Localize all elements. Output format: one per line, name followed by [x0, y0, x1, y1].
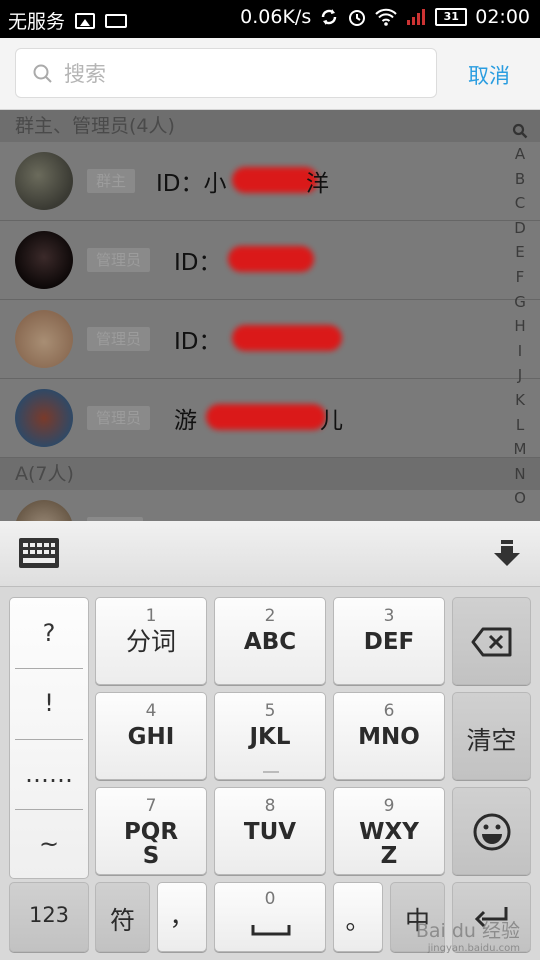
- index-letter[interactable]: M: [508, 437, 532, 462]
- key-1-fenci[interactable]: 1 分词: [95, 597, 207, 685]
- index-letter[interactable]: O: [508, 486, 532, 511]
- key-6-mno[interactable]: 6 MNO: [333, 692, 445, 780]
- battery-icon: 31: [435, 8, 468, 26]
- backspace-icon: [471, 627, 512, 657]
- avatar: [15, 152, 73, 210]
- search-icon: [33, 64, 52, 83]
- search-index-icon[interactable]: [512, 123, 528, 139]
- keyboard-switch-icon[interactable]: [18, 537, 60, 569]
- index-letter[interactable]: F: [508, 265, 532, 290]
- symbol-key-exclamation[interactable]: !: [10, 668, 88, 738]
- emoji-key[interactable]: [452, 787, 531, 875]
- symbol-column: ? ! …… ~: [9, 597, 89, 879]
- role-badge: 管理员: [87, 248, 151, 272]
- index-letter[interactable]: I: [508, 339, 532, 364]
- period-key[interactable]: 。: [333, 882, 383, 952]
- symbol-key-question[interactable]: ?: [10, 598, 88, 668]
- index-letters: ABCDEFGHIJKLMNO: [508, 142, 532, 511]
- comma-key[interactable]: ，: [157, 882, 207, 952]
- keyboard-notification-icon: [105, 13, 128, 28]
- cancel-button[interactable]: 取消: [468, 60, 510, 90]
- member-name: ID：: [174, 250, 222, 276]
- carrier-label: 无服务: [8, 11, 66, 33]
- clear-key[interactable]: 清空: [452, 692, 531, 780]
- index-letter[interactable]: K: [508, 388, 532, 413]
- numeric-switch-key[interactable]: 123: [9, 882, 89, 952]
- index-letter[interactable]: B: [508, 167, 532, 192]
- member-row[interactable]: 群主 ID：小 洋: [0, 142, 540, 221]
- watermark: Bai du 经验 jingyan.baidu.com: [415, 920, 520, 954]
- avatar: [15, 500, 73, 521]
- hide-keyboard-icon[interactable]: [492, 539, 522, 569]
- avatar: [15, 310, 73, 368]
- wifi-icon: [375, 8, 397, 26]
- member-name: ID：小: [156, 171, 227, 197]
- key-3-def[interactable]: 3 DEF: [333, 597, 445, 685]
- network-speed: 0.06K/s: [240, 6, 312, 28]
- emoji-icon: [473, 813, 511, 851]
- index-letter[interactable]: H: [508, 314, 532, 339]
- member-row[interactable]: 管理员 ID：: [0, 221, 540, 300]
- key-4-ghi[interactable]: 4 GHI: [95, 692, 207, 780]
- alphabet-index-bar[interactable]: ABCDEFGHIJKLMNO: [508, 118, 532, 511]
- section-header-a: A(7人): [0, 458, 540, 490]
- section-header-admins: 群主、管理员(4人): [0, 110, 540, 142]
- index-letter[interactable]: N: [508, 462, 532, 487]
- member-row[interactable]: [0, 490, 540, 521]
- key-7-pqrs[interactable]: 7 PQR S: [95, 787, 207, 875]
- index-letter[interactable]: C: [508, 191, 532, 216]
- keyboard-toolbar: [0, 521, 540, 587]
- index-letter[interactable]: A: [508, 142, 532, 167]
- search-input[interactable]: [62, 57, 426, 91]
- keyboard: ? ! …… ~ 1 分词 2 ABC 3 DEF 4 GHI 5 JKL 6 …: [0, 521, 540, 960]
- key-2-abc[interactable]: 2 ABC: [214, 597, 326, 685]
- home-key-marker: [263, 771, 279, 773]
- role-badge: 群主: [87, 169, 136, 193]
- member-name: ID：: [174, 329, 222, 355]
- member-name-tail: 洋: [306, 171, 329, 197]
- status-bar: 无服务 0.06K/s 31 02:00: [0, 0, 540, 38]
- member-row[interactable]: 管理员 ID：: [0, 300, 540, 379]
- key-9-wxyz[interactable]: 9 WXY Z: [333, 787, 445, 875]
- index-letter[interactable]: J: [508, 363, 532, 388]
- role-badge: 管理员: [87, 327, 151, 351]
- avatar: [15, 231, 73, 289]
- symbol-switch-key[interactable]: 符: [95, 882, 150, 952]
- sync-icon: [321, 9, 337, 25]
- avatar: [15, 389, 73, 447]
- index-letter[interactable]: E: [508, 240, 532, 265]
- index-letter[interactable]: G: [508, 290, 532, 315]
- member-name-tail: 儿: [320, 408, 343, 434]
- index-letter[interactable]: L: [508, 413, 532, 438]
- clock: 02:00: [475, 6, 530, 28]
- alarm-icon: [349, 10, 366, 26]
- index-letter[interactable]: D: [508, 216, 532, 241]
- redaction-mark: [232, 325, 342, 351]
- member-row[interactable]: 管理员 游 儿: [0, 379, 540, 458]
- signal-icon: [407, 9, 426, 25]
- key-5-jkl[interactable]: 5 JKL: [214, 692, 326, 780]
- search-box[interactable]: [15, 48, 437, 98]
- member-list[interactable]: 群主、管理员(4人) 群主 ID：小 洋 管理员 ID： 管理员 ID： 管理员…: [0, 110, 540, 521]
- image-notification-icon: [75, 12, 96, 29]
- space-key[interactable]: 0: [214, 882, 326, 952]
- member-name: 游: [174, 408, 197, 434]
- role-badge: 管理员: [87, 406, 151, 430]
- redaction-mark: [228, 246, 314, 272]
- space-icon: [251, 925, 291, 936]
- symbol-key-tilde[interactable]: ~: [10, 809, 88, 879]
- key-8-tuv[interactable]: 8 TUV: [214, 787, 326, 875]
- search-bar: 取消: [0, 38, 540, 110]
- backspace-key[interactable]: [452, 597, 531, 685]
- redaction-mark: [206, 404, 326, 430]
- symbol-key-ellipsis[interactable]: ……: [10, 739, 88, 809]
